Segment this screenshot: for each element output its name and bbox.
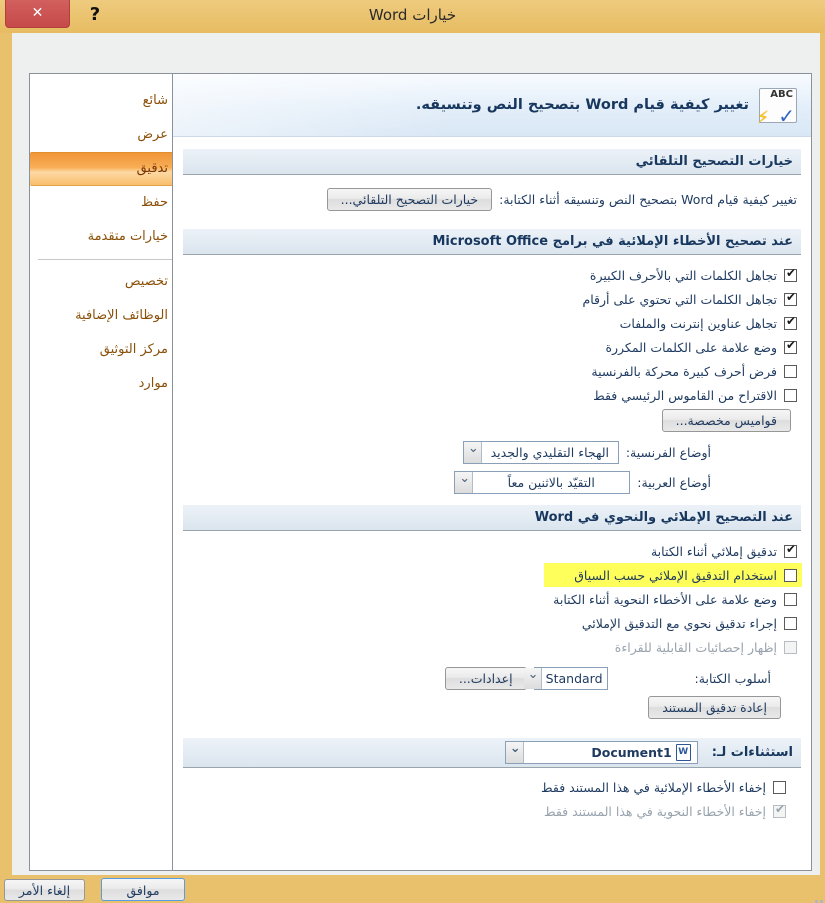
checkbox-row-ignore-words-with-numbers[interactable]: تجاهل الكلمات التي تحتوي على أرقام [173,287,797,311]
dialog-title: خيارات Word [0,6,825,24]
french-modes-label: أوضاع الفرنسية: [626,445,711,460]
check-grammar-with-spelling-label: إجراء تدقيق نحوي مع التدقيق الإملائي [582,616,777,631]
exceptions-title: استثناءات لـ: [712,745,793,760]
show-readability-statistics-label: إظهار إحصائيات القابلية للقراءة [615,640,777,655]
titlebar: خيارات Word ? ✕ [0,0,825,33]
checkbox-row-show-readability-statistics: إظهار إحصائيات القابلية للقراءة [173,635,797,659]
lightning-icon: ⚡ [757,110,769,127]
hide-grammar-errors-this-doc-checkbox [773,805,786,818]
arabic-modes-select[interactable]: التقيّد بالاثنين معاً [454,471,630,494]
arabic-modes-value: التقيّد بالاثنين معاً [473,475,629,490]
french-modes-select[interactable]: الهجاء التقليدي والجديد [463,441,619,464]
mark-grammar-errors-as-you-type-checkbox[interactable] [784,593,797,606]
chevron-down-icon[interactable] [455,472,473,493]
sidebar-item-display[interactable]: عرض [30,118,180,152]
word-document-icon: W [676,744,691,761]
sidebar-divider [38,259,172,260]
writing-style-select[interactable]: Standard [534,667,608,690]
help-icon[interactable]: ? [85,4,105,25]
main-panel: ABC ✓ ⚡ تغيير كيفية قيام Word بتصحيح الن… [172,73,812,871]
abc-icon-text: ABC [770,89,793,100]
checkbox-row-hide-grammar-errors-this-doc: إخفاء الأخطاء النحوية في هذا المستند فقط [173,799,786,823]
show-readability-statistics-checkbox [784,641,797,654]
checkbox-row-flag-repeated-words[interactable]: وضع علامة على الكلمات المكررة [173,335,797,359]
enforce-accented-uppercase-french-label: فرض أحرف كبيرة محركة بالفرنسية [591,364,777,379]
custom-dictionaries-button[interactable]: قواميس مخصصة... [662,409,791,432]
autocorrect-row-label: تغيير كيفية قيام Word بتصحيح النص وتنسيق… [499,192,797,207]
cancel-button[interactable]: إلغاء الأمر [4,879,85,901]
check-spelling-as-you-type-label: تدقيق إملائي أثناء الكتابة [651,544,777,559]
word-options-dialog: { "titlebar": { "title": "خيارات Word", … [0,0,825,884]
recheck-document-button[interactable]: إعادة تدقيق المستند [648,696,781,719]
ok-button[interactable]: موافق [101,878,185,901]
writing-style-label: أسلوب الكتابة: [695,671,771,686]
suggest-from-main-dictionary-only-checkbox[interactable] [784,389,797,402]
use-contextual-spelling-label: استخدام التدقيق الإملائي حسب السياق [574,568,777,583]
checkbox-row-suggest-from-main-dictionary-only[interactable]: الاقتراح من القاموس الرئيسي فقط [173,383,797,407]
autocorrect-options-button[interactable]: خيارات التصحيح التلقائي... [327,188,492,211]
section-exceptions: استثناءات لـ: W Document1 [183,738,801,768]
checkbox-row-mark-grammar-errors-as-you-type[interactable]: وضع علامة على الأخطاء النحوية أثناء الكت… [173,587,797,611]
checkbox-row-hide-spelling-errors-this-doc[interactable]: إخفاء الأخطاء الإملائية في هذا المستند ف… [173,775,786,799]
check-grammar-with-spelling-checkbox[interactable] [784,617,797,630]
flag-repeated-words-checkbox[interactable] [784,341,797,354]
arabic-modes-label: أوضاع العربية: [637,475,711,490]
sidebar: شائع عرض تدقيق حفظ خيارات متقدمة تخصيص ا… [29,73,181,871]
hide-grammar-errors-this-doc-label: إخفاء الأخطاء النحوية في هذا المستند فقط [544,804,766,819]
section-word-proofing-title: عند التصحيح الإملائي والنحوي في Word [183,505,801,531]
checkbox-row-ignore-uppercase-words[interactable]: تجاهل الكلمات التي بالأحرف الكبيرة [173,263,797,287]
chevron-down-icon[interactable] [506,742,524,763]
sidebar-item-add-ins[interactable]: الوظائف الإضافية [30,299,180,333]
sidebar-item-advanced[interactable]: خيارات متقدمة [30,220,180,254]
dialog-body: شائع عرض تدقيق حفظ خيارات متقدمة تخصيص ا… [12,33,820,875]
ignore-words-with-numbers-label: تجاهل الكلمات التي تحتوي على أرقام [583,292,778,307]
close-button[interactable]: ✕ [5,0,70,28]
sidebar-item-resources[interactable]: موارد [30,367,180,401]
flag-repeated-words-label: وضع علامة على الكلمات المكررة [605,340,777,355]
page-header: ABC ✓ ⚡ تغيير كيفية قيام Word بتصحيح الن… [173,74,811,137]
hide-spelling-errors-this-doc-checkbox[interactable] [773,781,786,794]
checkbox-row-ignore-internet-addresses[interactable]: تجاهل عناوين إنترنت والملفات [173,311,797,335]
section-office-spelling-title: عند تصحيح الأخطاء الإملائية في برامج Mic… [183,229,801,255]
section-autocorrect-title: خيارات التصحيح التلقائي [183,149,801,175]
sidebar-item-proofing[interactable]: تدقيق [30,152,180,186]
check-spelling-as-you-type-checkbox[interactable] [784,545,797,558]
ignore-words-with-numbers-checkbox[interactable] [784,293,797,306]
settings-button[interactable]: إعدادات... [445,667,527,690]
checkbox-row-check-grammar-with-spelling[interactable]: إجراء تدقيق نحوي مع التدقيق الإملائي [173,611,797,635]
mark-grammar-errors-as-you-type-label: وضع علامة على الأخطاء النحوية أثناء الكت… [553,592,777,607]
check-icon: ✓ [778,106,795,126]
ignore-uppercase-words-label: تجاهل الكلمات التي بالأحرف الكبيرة [590,268,777,283]
page-header-text: تغيير كيفية قيام Word بتصحيح النص وتنسيق… [416,97,749,113]
sidebar-item-common[interactable]: شائع [30,84,180,118]
close-icon: ✕ [32,5,44,21]
ignore-internet-addresses-label: تجاهل عناوين إنترنت والملفات [620,316,777,331]
sidebar-item-trust-center[interactable]: مركز التوثيق [30,333,180,367]
suggest-from-main-dictionary-only-label: الاقتراح من القاموس الرئيسي فقط [593,388,777,403]
use-contextual-spelling-checkbox[interactable] [784,569,797,582]
enforce-accented-uppercase-french-checkbox[interactable] [784,365,797,378]
french-modes-value: الهجاء التقليدي والجديد [482,445,618,460]
exceptions-document-value: Document1 [591,745,671,760]
writing-style-value: Standard [542,671,607,686]
hide-spelling-errors-this-doc-label: إخفاء الأخطاء الإملائية في هذا المستند ف… [541,780,766,795]
checkbox-row-check-spelling-as-you-type[interactable]: تدقيق إملائي أثناء الكتابة [173,539,797,563]
ignore-uppercase-words-checkbox[interactable] [784,269,797,282]
sidebar-item-customize[interactable]: تخصيص [30,265,180,299]
checkbox-row-enforce-accented-uppercase-french[interactable]: فرض أحرف كبيرة محركة بالفرنسية [173,359,797,383]
chevron-down-icon[interactable] [464,442,482,463]
exceptions-document-select[interactable]: W Document1 [505,741,698,764]
sidebar-item-save[interactable]: حفظ [30,186,180,220]
ignore-internet-addresses-checkbox[interactable] [784,317,797,330]
spellcheck-abc-icon: ABC ✓ ⚡ [759,88,797,123]
chevron-down-icon[interactable] [524,668,542,689]
checkbox-row-use-contextual-spelling[interactable]: استخدام التدقيق الإملائي حسب السياق [544,563,802,587]
